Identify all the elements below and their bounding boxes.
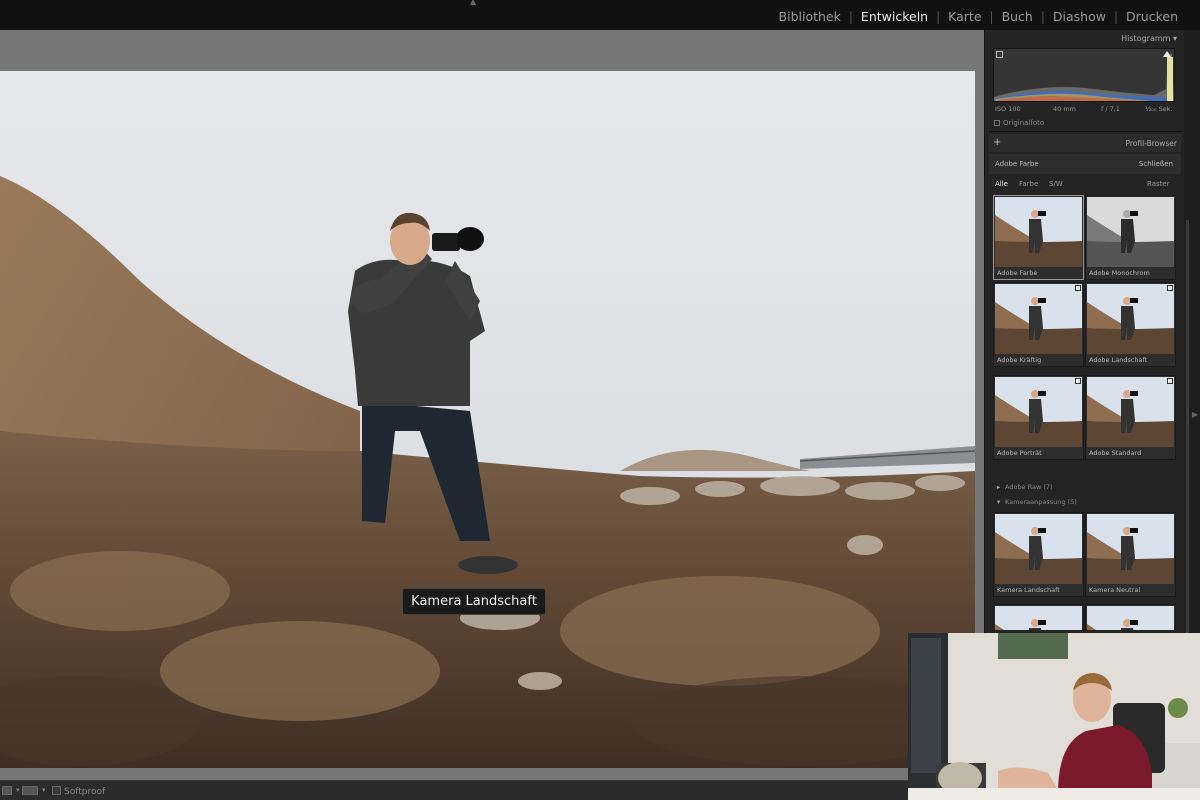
exif-shutter: ¹⁄₂₀₀ Sek. xyxy=(1145,105,1173,113)
favorite-badge-icon[interactable] xyxy=(1075,378,1081,384)
module-map[interactable]: Karte xyxy=(940,9,989,24)
module-slideshow[interactable]: Diashow xyxy=(1045,9,1114,24)
original-checkbox-icon[interactable] xyxy=(994,120,1000,126)
profile-thumb-adobe-landscape[interactable]: Adobe Landschaft xyxy=(1085,282,1176,367)
favorite-badge-icon[interactable] xyxy=(1167,378,1173,384)
profile-thumb-adobe-monochrome[interactable]: Adobe Monochrom xyxy=(1085,195,1176,280)
profile-thumb-adobe-standard[interactable]: Adobe Standard xyxy=(1085,375,1176,460)
favorite-badge-icon[interactable] xyxy=(1075,285,1081,291)
dropdown-arrow-icon-2[interactable]: ▾ xyxy=(42,786,46,794)
add-profile-icon[interactable]: + xyxy=(993,137,1001,148)
profile-tooltip: Kamera Landschaft xyxy=(402,588,546,615)
profile-thumb-camera-partial-1[interactable] xyxy=(993,604,1084,630)
profile-browser-header: + Profil-Browser xyxy=(989,134,1181,152)
dropdown-arrow-icon[interactable]: ▾ xyxy=(16,786,20,794)
panel-toggle-arrow-icon[interactable]: ▲ xyxy=(470,0,478,6)
profile-thumb-camera-landscape[interactable]: Kamera Landschaft xyxy=(993,512,1084,597)
module-develop[interactable]: Entwickeln xyxy=(853,9,936,24)
group-camera-matching[interactable]: ▾ Kameraanpassung (5) xyxy=(997,498,1077,506)
softproof-checkbox-icon[interactable] xyxy=(52,786,61,795)
module-book[interactable]: Buch xyxy=(994,9,1041,24)
group-adobe-raw[interactable]: ▸ Adobe Raw (7) xyxy=(997,483,1053,491)
histogram-header[interactable]: Histogramm ▾ xyxy=(989,31,1181,46)
current-profile-row: Adobe Farbe Schließen xyxy=(989,154,1181,174)
module-picker: Bibliothek | Entwickeln | Karte | Buch |… xyxy=(771,9,1186,24)
highlight-clipping-icon[interactable] xyxy=(1163,51,1171,57)
module-library[interactable]: Bibliothek xyxy=(771,9,849,24)
close-browser-button[interactable]: Schließen xyxy=(1139,160,1173,168)
favorite-badge-icon[interactable] xyxy=(1167,285,1173,291)
exif-iso: ISO 100 xyxy=(995,105,1021,113)
profile-thumb-adobe-color[interactable]: Adobe Farbe xyxy=(993,195,1084,280)
module-print[interactable]: Drucken xyxy=(1118,9,1186,24)
presenter-video xyxy=(908,633,1200,800)
profile-thumb-camera-neutral[interactable]: Kamera Neutral xyxy=(1085,512,1176,597)
photo-landscape xyxy=(0,71,975,768)
panel-scrollbar[interactable] xyxy=(1186,220,1189,640)
filter-bw[interactable]: S/W xyxy=(1049,180,1063,188)
module-bar: ▲ Bibliothek | Entwickeln | Karte | Buch… xyxy=(0,0,1200,30)
histogram-graph xyxy=(994,54,1174,101)
collapsed-triangle-icon: ▸ xyxy=(997,483,1001,491)
softproof-toggle[interactable]: Softproof xyxy=(52,786,105,797)
profile-thumb-camera-partial-2[interactable] xyxy=(1085,604,1176,630)
profile-thumb-adobe-vivid[interactable]: Adobe Kräftig xyxy=(993,282,1084,367)
view-mode-icon[interactable] xyxy=(2,786,12,798)
bottom-toolbar: ▾ ▾ Softproof xyxy=(0,780,984,800)
collapse-panel-icon[interactable]: ▶ xyxy=(1192,410,1198,419)
exif-focal: 40 mm xyxy=(1053,105,1077,113)
main-photo[interactable] xyxy=(0,71,975,768)
histogram xyxy=(993,48,1175,102)
shadow-clipping-icon[interactable] xyxy=(996,51,1003,58)
webcam-overlay xyxy=(908,633,1200,800)
exif-aperture: f / 7,1 xyxy=(1101,105,1120,113)
filter-color[interactable]: Farbe xyxy=(1019,180,1038,188)
grid-view-dropdown[interactable]: Raster xyxy=(1147,180,1170,188)
original-photo-toggle[interactable]: Originalfoto xyxy=(994,119,1044,127)
profile-thumb-adobe-portrait[interactable]: Adobe Porträt xyxy=(993,375,1084,460)
before-after-icon[interactable] xyxy=(22,786,38,798)
image-viewer: Kamera Landschaft xyxy=(0,30,984,780)
expanded-triangle-icon: ▾ xyxy=(997,498,1001,506)
profile-filters: Alle Farbe S/W Raster xyxy=(989,176,1181,194)
current-profile-name: Adobe Farbe xyxy=(995,160,1039,168)
filter-all[interactable]: Alle xyxy=(995,180,1008,188)
